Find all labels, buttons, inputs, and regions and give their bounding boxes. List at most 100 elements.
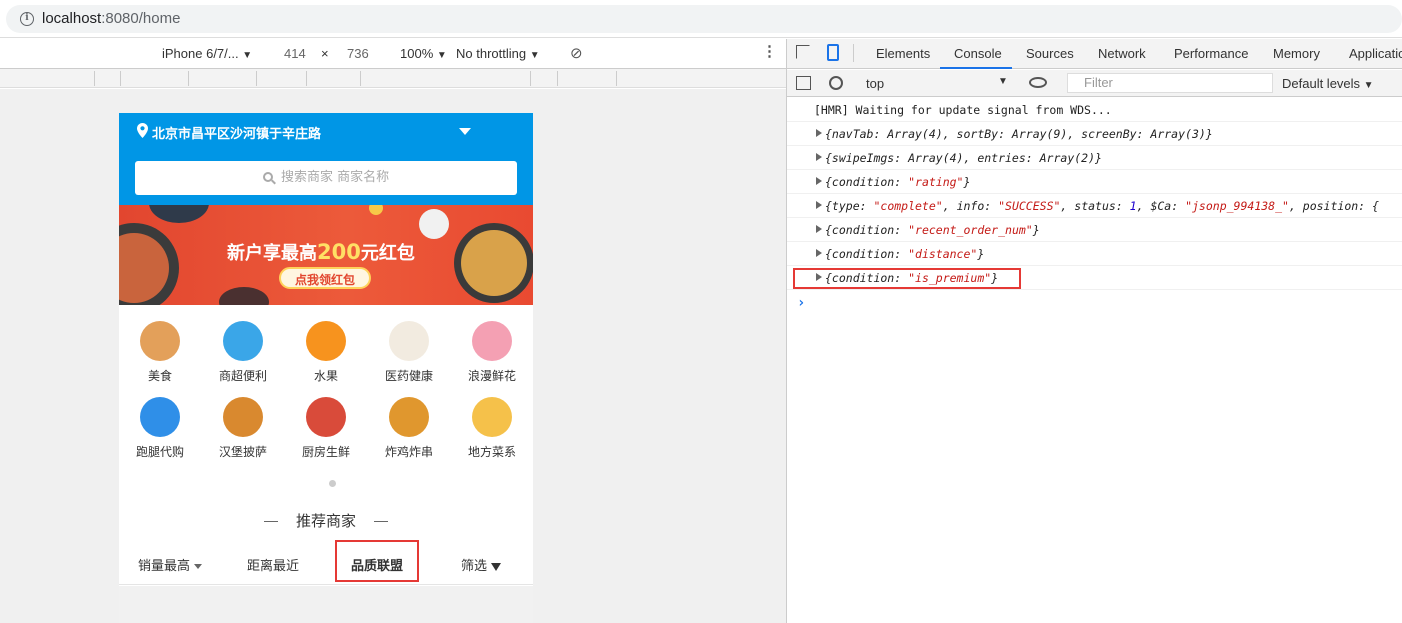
category-item[interactable]: 水果 — [291, 321, 361, 384]
console-object-row[interactable]: {type: "complete", info: "SUCCESS", stat… — [787, 194, 1402, 218]
promo-banner[interactable]: 新户享最高200元红包 点我领红包 — [119, 205, 533, 305]
tab-memory[interactable]: Memory — [1273, 46, 1320, 61]
category-icon — [306, 321, 346, 361]
category-item[interactable]: 商超便利 — [208, 321, 278, 384]
inspect-icon[interactable] — [796, 45, 810, 59]
chevron-down-icon: ▼ — [998, 76, 1008, 87]
obj-key: {condition: — [825, 247, 909, 261]
url-text[interactable]: localhost:8080/home — [42, 10, 180, 27]
shop-list-area — [119, 586, 533, 623]
device-select[interactable]: iPhone 6/7/... ▼ — [162, 46, 252, 61]
carousel-dot[interactable] — [329, 480, 336, 487]
category-icon — [223, 321, 263, 361]
device-toggle-icon[interactable] — [827, 44, 839, 61]
category-item[interactable]: 炸鸡炸串 — [374, 397, 444, 460]
obj-close: } — [977, 247, 985, 261]
category-item[interactable]: 浪漫鲜花 — [457, 321, 527, 384]
category-item[interactable]: 地方菜系 — [457, 397, 527, 460]
category-icon — [472, 397, 512, 437]
tab-application[interactable]: Applicatio — [1349, 46, 1402, 61]
banner-amount: 200 — [317, 240, 361, 264]
console-object-row[interactable]: {condition: "distance"} — [787, 242, 1402, 266]
expand-arrow-icon[interactable] — [816, 249, 822, 257]
height-field[interactable]: 736 — [347, 46, 369, 61]
filter-label: 筛选 — [461, 559, 488, 574]
claim-redpacket-button[interactable]: 点我领红包 — [279, 267, 371, 289]
category-icon — [306, 397, 346, 437]
address-bar: i localhost:8080/home — [0, 0, 1402, 38]
category-label: 汉堡披萨 — [218, 445, 267, 459]
search-input[interactable]: 搜索商家 商家名称 — [135, 161, 517, 195]
expand-arrow-icon[interactable] — [816, 225, 822, 233]
filter-button[interactable]: 筛选 — [461, 555, 502, 574]
context-select[interactable]: top ▼ — [866, 76, 1010, 91]
search-placeholder: 搜索商家 商家名称 — [281, 170, 390, 185]
log-levels-select[interactable]: Default levels ▼ — [1282, 76, 1374, 91]
obj-string: "recent_order_num" — [908, 223, 1033, 237]
banner-title-suffix: 元红包 — [360, 243, 415, 264]
category-item[interactable]: 跑腿代购 — [125, 397, 195, 460]
expand-arrow-icon[interactable] — [816, 177, 822, 185]
expand-arrow-icon[interactable] — [816, 201, 822, 209]
pan-food-image — [461, 230, 527, 296]
category-item[interactable]: 汉堡披萨 — [208, 397, 278, 460]
rotate-icon[interactable]: ⊘ — [570, 44, 583, 62]
category-icon — [472, 321, 512, 361]
sort-bar: 销量最高 距离最近 品质联盟 筛选 — [119, 540, 533, 585]
console-object-row[interactable]: {condition: "rating"} — [787, 170, 1402, 194]
tab-console[interactable]: Console — [954, 46, 1002, 61]
console-message: {condition: "distance"} — [825, 247, 984, 261]
media-query-ruler — [0, 69, 786, 88]
title-line-right — [374, 521, 388, 522]
category-label: 医药健康 — [384, 369, 433, 383]
location-text[interactable]: 北京市昌平区沙河镇于辛庄路 — [152, 123, 321, 142]
obj-number: 1 — [1129, 199, 1137, 213]
highlight-box — [793, 268, 1021, 289]
console-object-row[interactable]: {navTab: Array(4), sortBy: Array(9), scr… — [787, 122, 1402, 146]
tab-network[interactable]: Network — [1098, 46, 1146, 61]
url-host: localhost — [42, 10, 102, 27]
obj-key: , $Ca: — [1136, 199, 1186, 213]
omnibox[interactable]: i localhost:8080/home — [6, 5, 1402, 33]
sort-sales-button[interactable]: 销量最高 — [138, 555, 203, 574]
category-item[interactable]: 美食 — [125, 321, 195, 384]
expand-arrow-icon[interactable] — [816, 153, 822, 161]
tab-elements[interactable]: Elements — [876, 46, 930, 61]
category-icon — [223, 397, 263, 437]
category-item[interactable]: 医药健康 — [374, 321, 444, 384]
levels-label: Default levels — [1282, 76, 1361, 91]
console-object-row[interactable]: {swipeImgs: Array(4), entries: Array(2)} — [787, 146, 1402, 170]
category-label: 商超便利 — [218, 369, 267, 383]
console-object-row[interactable]: {condition: "recent_order_num"} — [787, 218, 1402, 242]
small-dish-image — [419, 209, 449, 239]
console-message: {swipeImgs: Array(4), entries: Array(2)} — [825, 151, 1102, 165]
category-item[interactable]: 厨房生鲜 — [291, 397, 361, 460]
category-label: 炸鸡炸串 — [384, 445, 433, 459]
zoom-select[interactable]: 100% ▼ — [400, 46, 447, 61]
obj-key: {condition: — [825, 175, 909, 189]
sort-distance-button[interactable]: 距离最近 — [247, 555, 299, 574]
console-log-row: [HMR] Waiting for update signal from WDS… — [787, 98, 1402, 122]
location-dropdown-icon[interactable] — [459, 128, 471, 135]
category-label: 浪漫鲜花 — [467, 369, 516, 383]
more-options-icon[interactable]: ⋮ — [762, 42, 777, 60]
bottom-bowl-image — [219, 287, 269, 305]
width-field[interactable]: 414 — [284, 46, 306, 61]
expand-arrow-icon[interactable] — [816, 129, 822, 137]
throttle-select[interactable]: No throttling ▼ — [456, 46, 540, 61]
sidebar-toggle-icon[interactable] — [796, 76, 811, 90]
filter-icon — [491, 562, 502, 571]
sort-sales-label: 销量最高 — [138, 559, 191, 574]
app-header: 北京市昌平区沙河镇于辛庄路 搜索商家 商家名称 — [119, 113, 533, 205]
mobile-app: 北京市昌平区沙河镇于辛庄路 搜索商家 商家名称 新户享最高200元红包 点我领红… — [119, 113, 533, 623]
live-expression-eye-icon[interactable] — [1029, 77, 1047, 88]
clear-console-icon[interactable] — [829, 76, 843, 90]
context-label: top — [866, 76, 885, 91]
tab-sources[interactable]: Sources — [1026, 46, 1074, 61]
console-filter-input[interactable]: Filter — [1067, 73, 1273, 93]
category-label: 跑腿代购 — [135, 445, 184, 459]
zoom-label: 100% — [400, 46, 434, 61]
info-icon[interactable]: i — [20, 12, 34, 26]
console-prompt-icon[interactable]: › — [797, 295, 805, 311]
tab-performance[interactable]: Performance — [1174, 46, 1248, 61]
